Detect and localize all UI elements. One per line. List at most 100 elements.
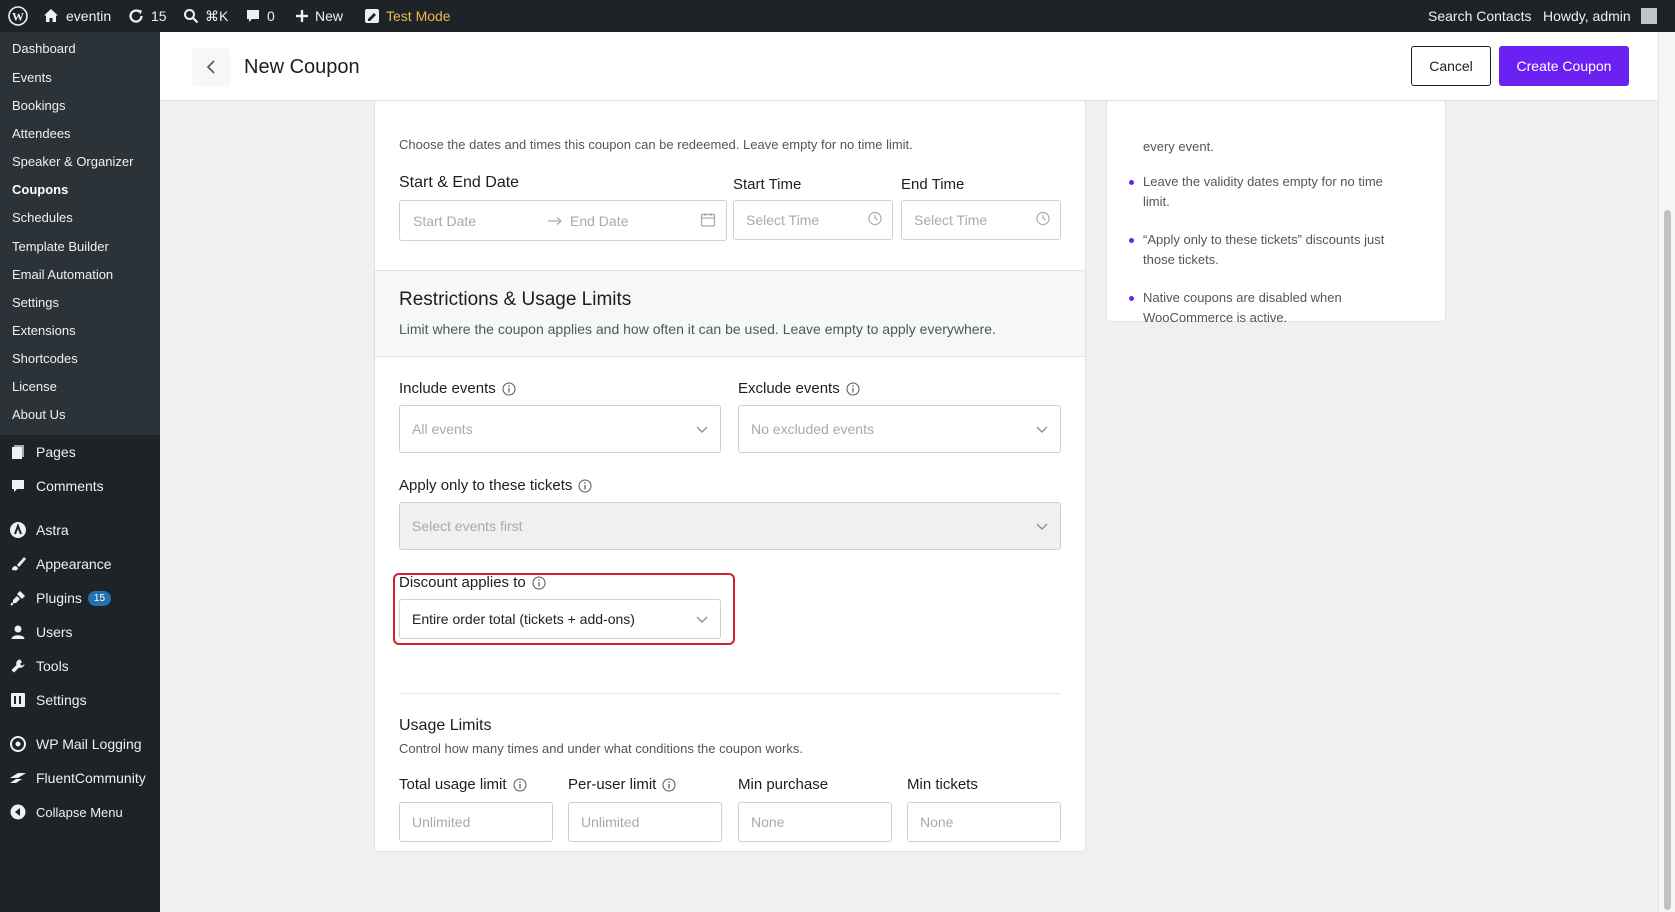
highlight-box [393,573,735,645]
start-time-label: Start Time [733,176,801,193]
start-time-label-text: Start Time [733,176,802,193]
create-coupon-button[interactable]: Create Coupon [1499,46,1629,86]
account-menu[interactable]: Howdy, admin [1543,0,1657,32]
updates-link[interactable]: 15 [127,0,167,32]
per-user-input[interactable]: Unlimited [568,802,722,842]
submenu-attendees[interactable]: Attendees [12,126,71,141]
exclude-events-label: Exclude events [738,380,860,397]
menu-comments[interactable]: Comments [0,469,160,503]
collapse-menu-button[interactable]: Collapse Menu [0,795,160,829]
end-time-picker[interactable]: Select Time [901,200,1061,240]
tickets-label: Apply only to these tickets [399,477,592,494]
menu-settings-label: Settings [36,692,87,708]
submenu-speaker-organizer[interactable]: Speaker & Organizer [12,154,133,169]
submenu-template-builder[interactable]: Template Builder [12,239,109,254]
info-icon[interactable] [578,479,592,493]
comments-link[interactable]: 0 [245,0,275,32]
start-time-picker[interactable]: Select Time [733,200,893,240]
menu-settings[interactable]: Settings [0,683,160,717]
page-title: New Coupon [244,56,360,78]
total-usage-label: Total usage limit [399,776,527,793]
pages-icon [0,444,36,460]
menu-tools[interactable]: Tools [0,649,160,683]
back-button[interactable] [192,48,230,86]
include-events-placeholder: All events [412,421,473,437]
per-user-label-text: Per-user limit [568,776,657,793]
submenu-schedules[interactable]: Schedules [12,210,73,225]
search-shortcut[interactable]: ⌘K [183,0,228,32]
menu-fluent-community[interactable]: FluentCommunity [0,761,160,795]
tip-item: Leave the validity dates empty for no ti… [1129,172,1389,212]
submenu-email-automation[interactable]: Email Automation [12,267,113,282]
info-icon[interactable] [502,382,516,396]
menu-appearance[interactable]: Appearance [0,547,160,581]
date-range-picker[interactable]: Start Date End Date [399,200,727,241]
clock-icon [1036,211,1050,229]
menu-plugins-label: Plugins [36,590,82,606]
tickets-select[interactable]: Select events first [399,502,1061,550]
eventin-submenu: Dashboard Events Bookings Attendees Spea… [0,32,160,435]
date-range-label-text: Start & End Date [399,174,520,191]
collapse-icon [0,804,36,820]
submenu-bookings[interactable]: Bookings [12,98,65,113]
chevron-left-icon [206,60,215,74]
page-scrollbar[interactable] [1658,32,1675,912]
menu-wp-mail-logging[interactable]: WP Mail Logging [0,727,160,761]
scrollbar-thumb[interactable] [1664,210,1671,910]
test-mode-link[interactable]: Test Mode [364,0,451,32]
submenu-about-us[interactable]: About Us [12,407,65,422]
new-content-link[interactable]: New [295,0,343,32]
end-date-input[interactable]: End Date [570,213,628,229]
min-purchase-placeholder: None [751,814,785,830]
wordpress-logo-icon[interactable]: W [8,0,28,32]
date-range-label: Start & End Date [399,174,519,192]
site-name: eventin [66,8,112,24]
menu-astra[interactable]: Astra [0,513,160,547]
svg-text:W: W [12,10,24,24]
exclude-events-select[interactable]: No excluded events [738,405,1061,453]
user-icon [0,624,36,640]
min-tickets-input[interactable]: None [907,802,1061,842]
submenu-settings[interactable]: Settings [12,295,59,310]
plugin-icon [0,589,36,607]
min-tickets-placeholder: None [920,814,954,830]
total-usage-input[interactable]: Unlimited [399,802,553,842]
info-icon[interactable] [846,382,860,396]
menu-pages[interactable]: Pages [0,435,160,469]
submenu-coupons[interactable]: Coupons [12,182,68,197]
submenu-events[interactable]: Events [12,70,52,85]
include-events-select[interactable]: All events [399,405,721,453]
submenu-extensions[interactable]: Extensions [12,323,76,338]
clock-icon [868,211,882,229]
tickets-label-text: Apply only to these tickets [399,477,573,494]
menu-users[interactable]: Users [0,615,160,649]
info-icon[interactable] [513,778,527,792]
menu-plugins[interactable]: Plugins 15 [0,581,160,615]
menu-comments-label: Comments [36,478,104,494]
submenu-shortcodes[interactable]: Shortcodes [12,351,78,366]
start-date-input[interactable]: Start Date [413,213,476,229]
page-header: New Coupon Cancel Create Coupon [160,32,1658,101]
settings-icon [0,692,36,708]
howdy-label: Howdy, admin [1543,8,1631,24]
per-user-placeholder: Unlimited [581,814,640,830]
site-name-link[interactable]: eventin [42,0,111,32]
test-mode-icon [365,9,379,23]
cancel-button[interactable]: Cancel [1411,46,1491,86]
total-usage-placeholder: Unlimited [412,814,471,830]
admin-bar: W eventin 15 ⌘K 0 New Test Mode Search C… [0,0,1675,32]
min-purchase-label-text: Min purchase [738,776,829,793]
search-shortcut-key: ⌘K [205,7,229,24]
min-purchase-input[interactable]: None [738,802,892,842]
min-purchase-label: Min purchase [738,776,828,793]
restrictions-card: Restrictions & Usage Limits Limit where … [374,270,1086,852]
search-contacts-link[interactable]: Search Contacts [1428,0,1532,32]
submenu-license[interactable]: License [12,379,57,394]
fluent-community-icon [0,771,36,785]
admin-sidebar: Dashboard Events Bookings Attendees Spea… [0,32,160,912]
per-user-label: Per-user limit [568,776,676,793]
info-icon[interactable] [662,778,676,792]
tip-item: “Apply only to these tickets” discounts … [1129,230,1389,270]
submenu-dashboard[interactable]: Dashboard [12,41,76,56]
min-tickets-label: Min tickets [907,776,978,793]
